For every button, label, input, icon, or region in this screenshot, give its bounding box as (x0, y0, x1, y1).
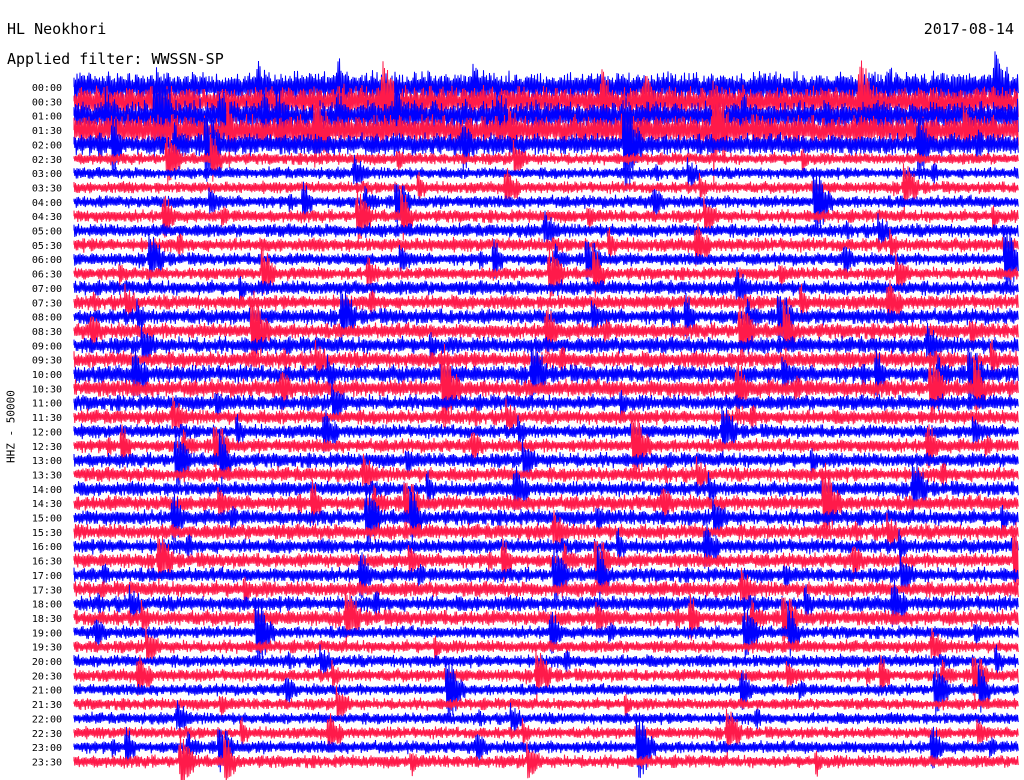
tick-label: 23:30 (32, 757, 62, 768)
tick-label: 21:00 (32, 686, 62, 697)
tick-label: 14:00 (32, 485, 62, 496)
tick-label: 22:30 (32, 729, 62, 740)
tick-label: 21:30 (32, 700, 62, 711)
tick-label: 18:00 (32, 600, 62, 611)
tick-label: 05:30 (32, 241, 62, 252)
tick-label: 01:30 (32, 126, 62, 137)
tick-label: 12:30 (32, 442, 62, 453)
filter-label: Applied filter: WWSSN-SP (7, 50, 224, 68)
tick-label: 05:00 (32, 227, 62, 238)
tick-label: 03:00 (32, 169, 62, 180)
tick-label: 18:30 (32, 614, 62, 625)
tick-label: 02:00 (32, 140, 62, 151)
tick-label: 00:00 (32, 83, 62, 94)
tick-label: 10:30 (32, 384, 62, 395)
tick-label: 20:00 (32, 657, 62, 668)
date-label: 2017-08-14 (923, 20, 1014, 38)
tick-label: 01:00 (32, 112, 62, 123)
station-title: HL Neokhori (7, 20, 107, 38)
tick-label: 02:30 (32, 155, 62, 166)
tick-label: 12:00 (32, 427, 62, 438)
tick-label: 13:30 (32, 470, 62, 481)
tick-label: 11:30 (32, 413, 62, 424)
tick-label: 04:30 (32, 212, 62, 223)
tick-label: 14:30 (32, 499, 62, 510)
tick-label: 15:30 (32, 528, 62, 539)
tick-label-group: 00:00 00:30 01:00 01:30 02:00 02:30 03:00 03:30… (32, 83, 62, 768)
trace-group (73, 51, 1019, 780)
trace-line (73, 484, 1019, 550)
tick-label: 17:00 (32, 571, 62, 582)
tick-label: 16:30 (32, 557, 62, 568)
tick-label: 11:00 (32, 399, 62, 410)
tick-label: 23:00 (32, 743, 62, 754)
tick-label: 03:30 (32, 183, 62, 194)
tick-label: 13:00 (32, 456, 62, 467)
tick-label: 00:30 (32, 97, 62, 108)
tick-label: 07:30 (32, 298, 62, 309)
tick-label: 07:00 (32, 284, 62, 295)
helicorder-plot: 00:00 00:30 01:00 01:30 02:00 02:30 03:00 03:30… (32, 51, 1019, 780)
tick-label: 08:00 (32, 313, 62, 324)
tick-label: 22:00 (32, 714, 62, 725)
tick-label: 06:30 (32, 270, 62, 281)
tick-label: 20:30 (32, 671, 62, 682)
tick-label: 10:00 (32, 370, 62, 381)
tick-label: 04:00 (32, 198, 62, 209)
tick-label: 19:30 (32, 643, 62, 654)
tick-label: 15:00 (32, 514, 62, 525)
tick-label: 06:00 (32, 255, 62, 266)
channel-label: HHZ - 50000 (4, 390, 18, 463)
trace-line (73, 732, 1019, 780)
tick-label: 16:00 (32, 542, 62, 553)
trace-line (73, 244, 1019, 301)
tick-label: 08:30 (32, 327, 62, 338)
tick-label: 19:00 (32, 628, 62, 639)
tick-label: 17:30 (32, 585, 62, 596)
tick-label: 09:30 (32, 356, 62, 367)
tick-label: 09:00 (32, 341, 62, 352)
